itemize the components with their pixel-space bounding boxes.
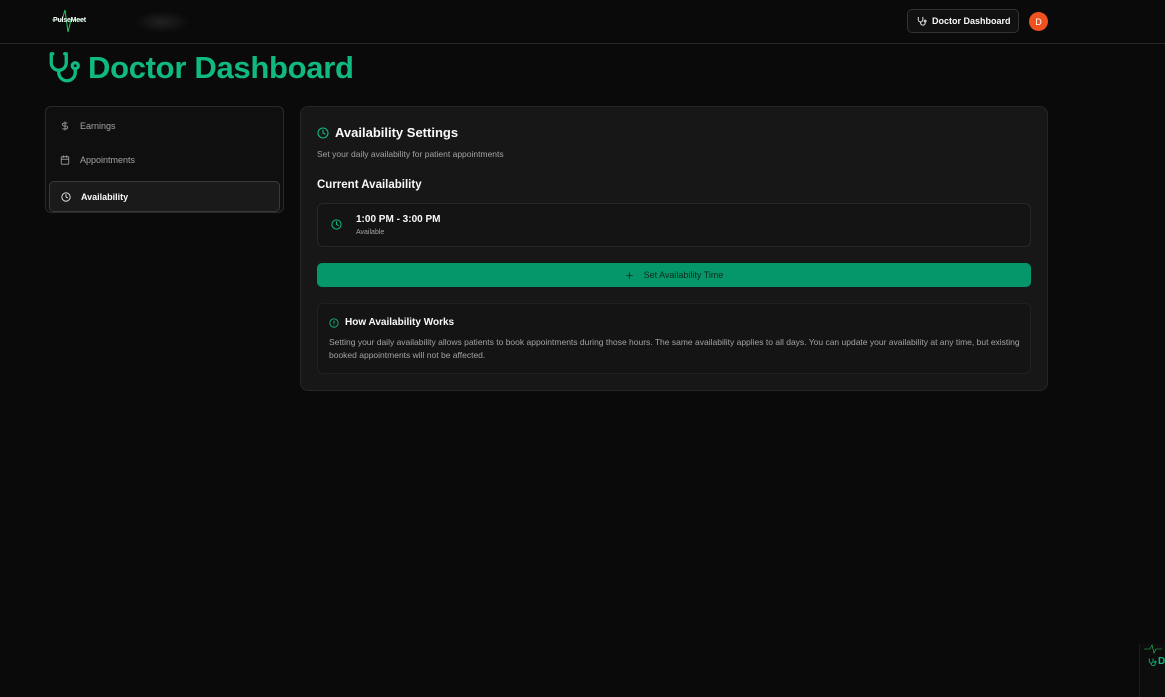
- card-subtitle: Set your daily availability for patient …: [317, 149, 504, 159]
- info-title: How Availability Works: [329, 317, 454, 328]
- plus-icon: [625, 271, 633, 279]
- set-availability-button[interactable]: Set Availability Time: [317, 263, 1031, 287]
- availability-slot: 1:00 PM - 3:00 PM Available: [317, 203, 1031, 247]
- page-title: Doctor Dashboard: [46, 48, 354, 88]
- app-logo[interactable]: PulseMeet: [52, 6, 190, 36]
- stethoscope-icon: [917, 16, 927, 26]
- info-body: Setting your daily availability allows p…: [329, 337, 1020, 360]
- card-title-text: Availability Settings: [335, 125, 459, 140]
- dollar-icon: [62, 120, 68, 131]
- info-title-text: How Availability Works: [345, 317, 455, 328]
- info-box: How Availability Works Setting your dail…: [317, 303, 1031, 374]
- stethoscope-icon: [49, 52, 80, 83]
- doctor-dashboard-button-label: Doctor Dashboard: [932, 16, 1011, 26]
- logo-blur: [134, 12, 190, 32]
- sidebar-item-availability[interactable]: Availability: [49, 181, 280, 212]
- avatar[interactable]: D: [1029, 12, 1048, 31]
- clock-icon: [331, 219, 342, 230]
- availability-card: Availability Settings Set your daily ava…: [300, 106, 1048, 391]
- current-availability-heading: Current Availability: [317, 179, 422, 191]
- stethoscope-icon: [1148, 658, 1157, 667]
- thumbnail-letter: D: [1158, 656, 1165, 667]
- heartbeat-icon: [1144, 644, 1162, 654]
- clock-icon: [61, 191, 71, 202]
- thumbnail-preview[interactable]: D: [1139, 644, 1165, 697]
- sidebar-item-earnings[interactable]: Earnings: [49, 110, 280, 141]
- info-icon: [329, 317, 339, 328]
- sidebar: Earnings Appointments Availability: [45, 106, 284, 213]
- page-title-text: Doctor Dashboard: [88, 50, 354, 85]
- doctor-dashboard-button[interactable]: Doctor Dashboard: [907, 9, 1019, 33]
- slot-time: 1:00 PM - 3:00 PM: [356, 214, 441, 225]
- sidebar-item-label: Availability: [81, 191, 129, 202]
- card-title: Availability Settings: [317, 125, 458, 140]
- sidebar-item-appointments[interactable]: Appointments: [49, 144, 280, 175]
- slot-status: Available: [356, 229, 385, 236]
- calendar-icon: [60, 154, 70, 165]
- top-bar: PulseMeet Doctor Dashboard D: [0, 0, 1165, 44]
- sidebar-item-label: Appointments: [80, 154, 136, 165]
- set-availability-button-label: Set Availability Time: [643, 270, 724, 280]
- sidebar-item-label: Earnings: [80, 120, 116, 131]
- logo-text: PulseMeet: [53, 17, 86, 24]
- clock-icon: [317, 126, 329, 139]
